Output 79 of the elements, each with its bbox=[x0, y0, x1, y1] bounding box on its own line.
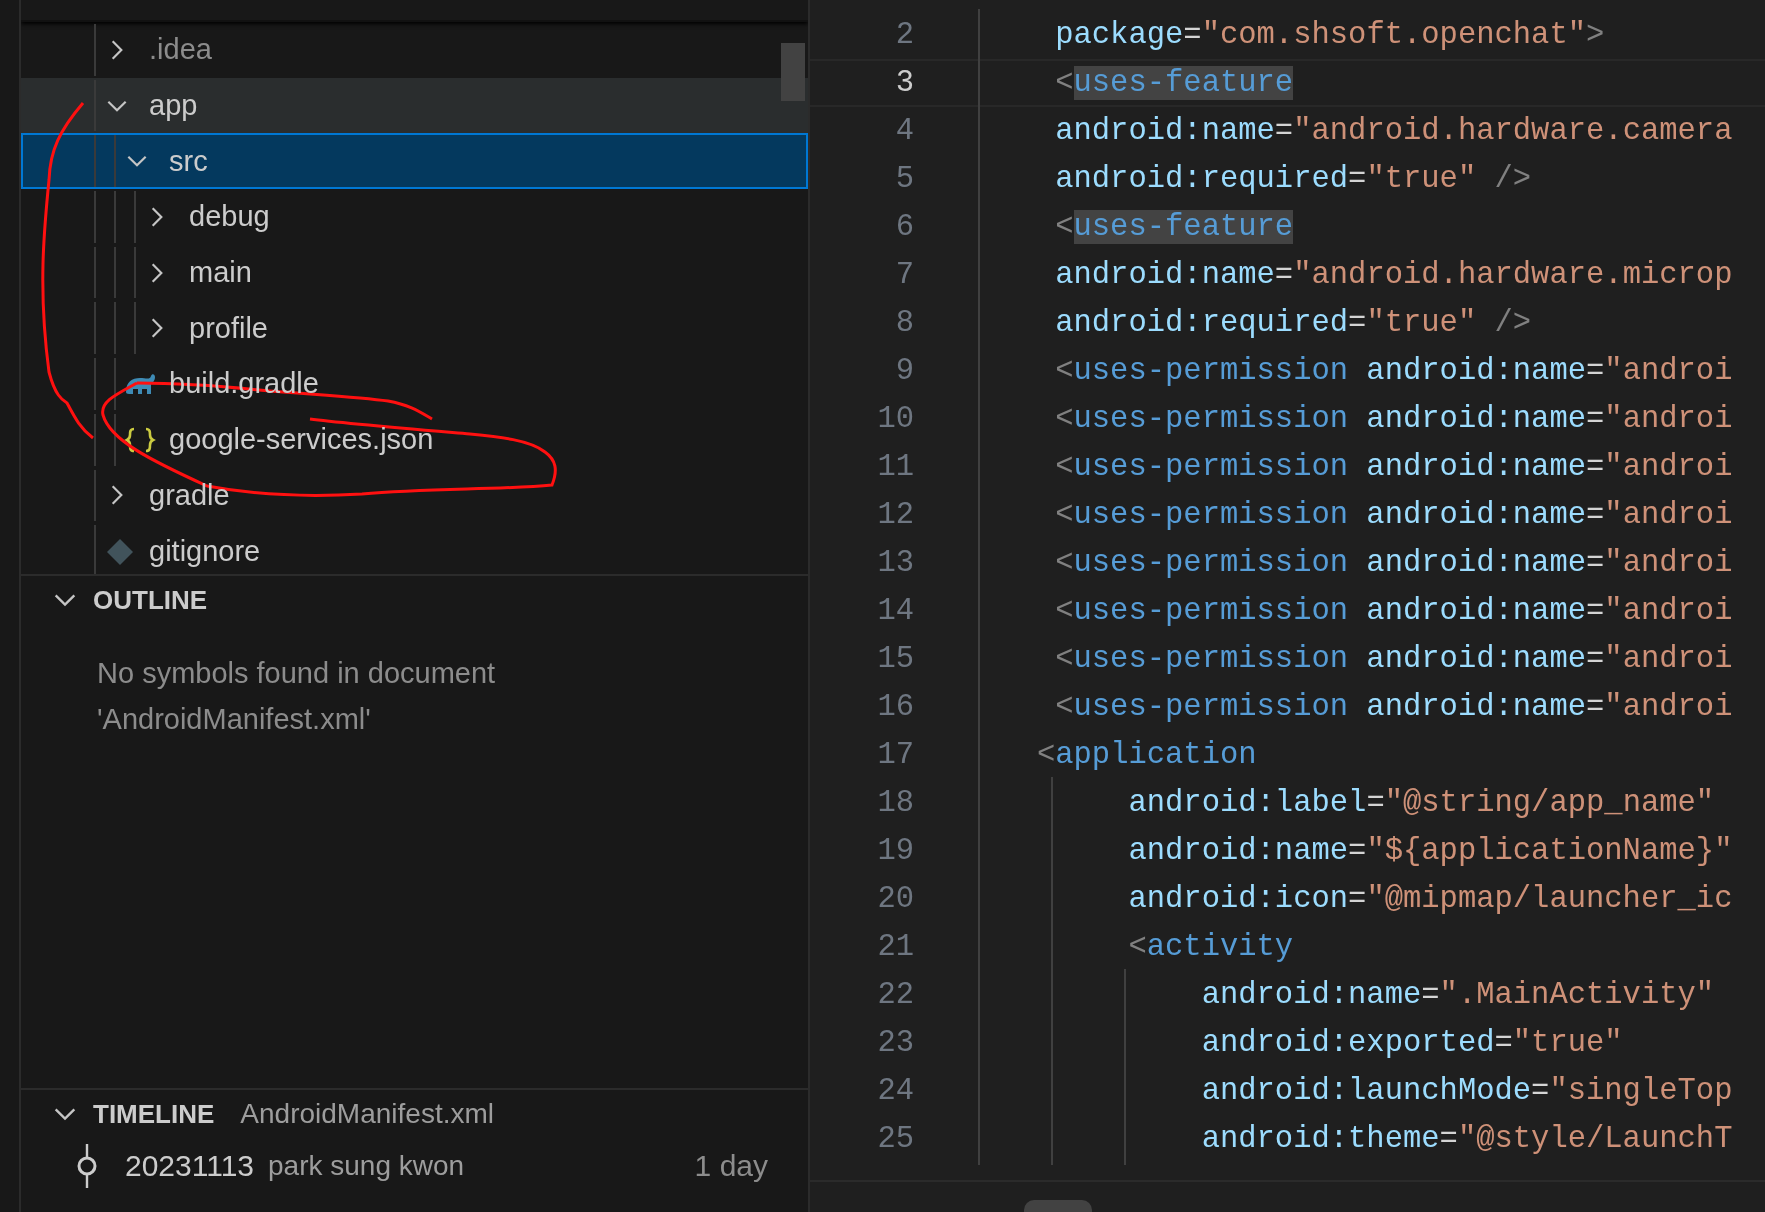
item-label: gradle bbox=[149, 478, 230, 512]
code-line: <uses-permission android:name="androi bbox=[1054, 690, 1733, 724]
code-line: <uses-feature bbox=[1054, 210, 1294, 244]
code-line: <uses-permission android:name="androi bbox=[1054, 594, 1733, 628]
line-number: 7 bbox=[894, 258, 914, 292]
line-number: 18 bbox=[876, 786, 914, 820]
line-number: 17 bbox=[876, 738, 914, 772]
code-line: <uses-permission android:name="androi bbox=[1054, 450, 1733, 484]
section-title: TIMELINE bbox=[93, 1098, 215, 1130]
line-number: 3 bbox=[894, 66, 914, 100]
code-line: android:theme="@style/LaunchT bbox=[1200, 1122, 1733, 1156]
tree-item[interactable]: debug bbox=[21, 189, 808, 245]
line-number: 2 bbox=[894, 18, 914, 52]
timeline-entry[interactable]: 20231113 park sung kwon 1 day bbox=[21, 1138, 808, 1194]
tree-item[interactable]: gitignore bbox=[21, 523, 808, 574]
line-number: 12 bbox=[876, 498, 914, 532]
code-line: <activity bbox=[1127, 930, 1294, 964]
line-number: 5 bbox=[894, 162, 914, 196]
tree-item[interactable]: profile bbox=[21, 300, 808, 357]
tree-item[interactable]: app bbox=[21, 77, 808, 134]
commit-age: 1 day bbox=[694, 1149, 768, 1183]
code-line: android:name="android.hardware.camera bbox=[1054, 114, 1733, 148]
code-line: android:name="${applicationName}" bbox=[1127, 834, 1733, 868]
commit-author: park sung kwon bbox=[268, 1150, 465, 1182]
line-number: 15 bbox=[876, 642, 914, 676]
line-number: 22 bbox=[876, 978, 914, 1012]
line-number: 25 bbox=[876, 1122, 914, 1156]
empty-message: No symbols found in document 'AndroidManifest.xml' bbox=[97, 656, 497, 737]
code-line: android:name=".MainActivity" bbox=[1200, 978, 1715, 1012]
section-header[interactable]: OUTLINE bbox=[21, 576, 808, 624]
code-line: <uses-permission android:name="androi bbox=[1054, 402, 1733, 436]
line-number: 10 bbox=[876, 402, 914, 436]
line-number: 24 bbox=[876, 1074, 914, 1108]
item-label: debug bbox=[189, 200, 270, 234]
commit-label: 20231113 bbox=[125, 1149, 255, 1183]
code-line: <uses-feature bbox=[1054, 66, 1294, 100]
commit-icon bbox=[77, 1144, 97, 1188]
line-number: 23 bbox=[876, 1026, 914, 1060]
braces-icon bbox=[124, 425, 156, 454]
code-line: <uses-permission android:name="androi bbox=[1054, 498, 1733, 532]
line-number: 19 bbox=[876, 834, 914, 868]
item-label: profile bbox=[189, 311, 268, 345]
line-number: 21 bbox=[876, 930, 914, 964]
item-label: .idea bbox=[149, 33, 212, 67]
code-line: <application bbox=[1035, 738, 1257, 772]
code-line: android:label="@string/app_name" bbox=[1127, 786, 1715, 820]
section-title: OUTLINE bbox=[93, 584, 208, 616]
line-number: 4 bbox=[894, 114, 914, 148]
code-line: android:launchMode="singleTop bbox=[1200, 1074, 1733, 1108]
code-line: package="com.shsoft.openchat"> bbox=[1054, 18, 1605, 52]
tree-item[interactable]: main bbox=[21, 244, 808, 301]
code-line: android:required="true" /> bbox=[1054, 162, 1532, 196]
line-number: 6 bbox=[894, 210, 914, 244]
file-name: AndroidManifest.xml bbox=[240, 1098, 494, 1130]
code-line: <uses-permission android:name="androi bbox=[1054, 642, 1733, 676]
line-number: 9 bbox=[894, 354, 914, 388]
section-header[interactable]: TIMELINE AndroidManifest.xml bbox=[21, 1090, 808, 1138]
tree-item[interactable]: src bbox=[21, 133, 808, 190]
item-label: main bbox=[189, 256, 252, 290]
code-line: android:icon="@mipmap/launcher_ic bbox=[1127, 882, 1733, 916]
line-number: 16 bbox=[876, 690, 914, 724]
tree-item[interactable]: .idea bbox=[21, 22, 808, 78]
line-number: 13 bbox=[876, 546, 914, 580]
item-label: app bbox=[149, 89, 198, 123]
item-label: src bbox=[169, 144, 208, 178]
line-number: 8 bbox=[894, 306, 914, 340]
code-line: android:name="android.hardware.microp bbox=[1054, 258, 1733, 292]
line-number: 11 bbox=[876, 450, 914, 484]
line-number: 20 bbox=[876, 882, 914, 916]
line-number: 14 bbox=[876, 594, 914, 628]
item-label: google-services.json bbox=[169, 423, 434, 457]
code-line: android:required="true" /> bbox=[1054, 306, 1532, 340]
scrollbar-thumb[interactable] bbox=[781, 43, 805, 101]
item-label: gitignore bbox=[149, 534, 261, 568]
code-line: <uses-permission android:name="androi bbox=[1054, 546, 1733, 580]
code-line: <uses-permission android:name="androi bbox=[1054, 354, 1733, 388]
tree-item[interactable]: google-services.json bbox=[21, 411, 808, 468]
code-line: android:exported="true" bbox=[1200, 1026, 1623, 1060]
tree-item[interactable]: gradle bbox=[21, 467, 808, 524]
